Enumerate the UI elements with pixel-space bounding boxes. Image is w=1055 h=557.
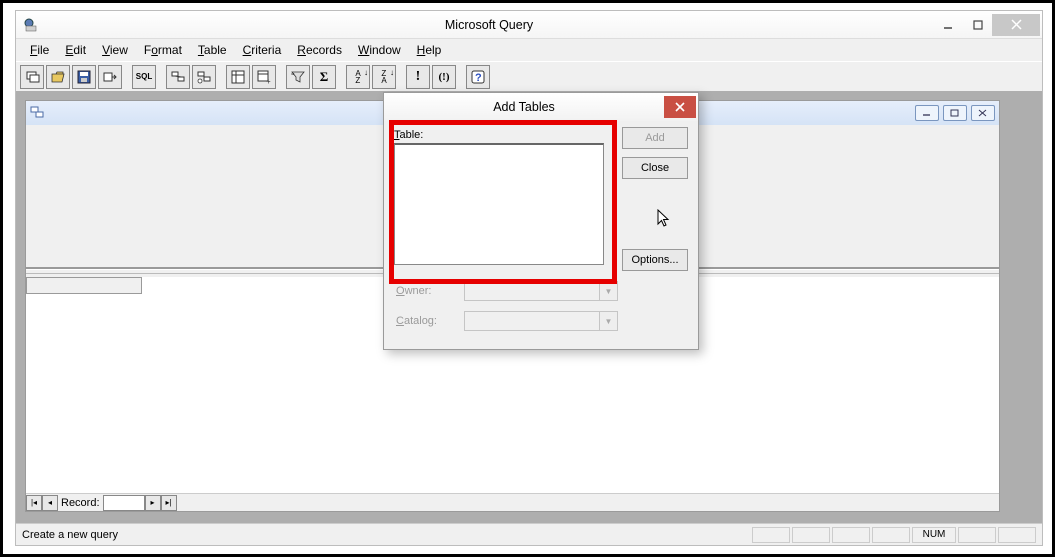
criteria-button[interactable]	[226, 65, 250, 89]
table-listbox[interactable]	[394, 143, 604, 265]
close-button[interactable]	[992, 14, 1040, 36]
menubar: File Edit View Format Table Criteria Rec…	[16, 39, 1042, 61]
status-cell-4	[872, 527, 910, 543]
status-num-lock: NUM	[912, 527, 956, 543]
maximize-button[interactable]	[962, 14, 992, 36]
grid-column-header[interactable]	[26, 277, 142, 294]
menu-records[interactable]: Records	[289, 41, 350, 59]
record-navigator: |◂ ◂ Record: ▸ ▸|	[26, 493, 999, 511]
menu-criteria[interactable]: Criteria	[235, 41, 290, 59]
record-last-button[interactable]: ▸|	[161, 495, 177, 511]
show-tables-button[interactable]	[166, 65, 190, 89]
help-button[interactable]: ?	[466, 65, 490, 89]
add-tables-dialog: Add Tables Table: Add Close Options... O…	[383, 92, 699, 350]
window-title: Microsoft Query	[46, 18, 932, 32]
toolbar: SQL + = Σ AZ↓ ZA↓ ! (!) ?	[16, 61, 1042, 91]
svg-text:?: ?	[475, 72, 482, 84]
child-maximize-button[interactable]	[943, 105, 967, 121]
child-close-button[interactable]	[971, 105, 995, 121]
new-query-button[interactable]	[20, 65, 44, 89]
svg-text:=: =	[291, 72, 295, 78]
svg-text:+: +	[266, 77, 271, 85]
add-table-button[interactable]	[192, 65, 216, 89]
catalog-combo: ▼	[464, 311, 618, 331]
dialog-titlebar[interactable]: Add Tables	[384, 93, 698, 121]
owner-combo: ▼	[464, 281, 618, 301]
dialog-title: Add Tables	[384, 100, 664, 114]
status-cell-7	[998, 527, 1036, 543]
menu-format[interactable]: Format	[136, 41, 190, 59]
add-button[interactable]: Add	[622, 127, 688, 149]
sql-button[interactable]: SQL	[132, 65, 156, 89]
status-cell-6	[958, 527, 996, 543]
record-label: Record:	[58, 497, 103, 509]
return-data-button[interactable]	[98, 65, 122, 89]
menu-file[interactable]: File	[22, 41, 57, 59]
record-prev-button[interactable]: ◂	[42, 495, 58, 511]
add-criteria-button[interactable]: +	[252, 65, 276, 89]
titlebar: Microsoft Query	[16, 11, 1042, 39]
filter-button[interactable]: =	[286, 65, 310, 89]
minimize-button[interactable]	[932, 14, 962, 36]
dialog-close-button[interactable]	[664, 96, 696, 118]
owner-label: Owner:	[396, 285, 431, 297]
run-query-button[interactable]: !	[406, 65, 430, 89]
open-button[interactable]	[46, 65, 70, 89]
close-dialog-button[interactable]: Close	[622, 157, 688, 179]
menu-view[interactable]: View	[94, 41, 136, 59]
child-minimize-button[interactable]	[915, 105, 939, 121]
catalog-label: Catalog:	[396, 315, 437, 327]
sort-asc-button[interactable]: AZ↓	[346, 65, 370, 89]
status-bar: Create a new query NUM	[16, 523, 1042, 545]
record-first-button[interactable]: |◂	[26, 495, 42, 511]
auto-query-button[interactable]: (!)	[432, 65, 456, 89]
status-cell-3	[832, 527, 870, 543]
menu-window[interactable]: Window	[350, 41, 409, 59]
menu-help[interactable]: Help	[409, 41, 450, 59]
app-icon	[22, 16, 40, 34]
status-message: Create a new query	[22, 529, 750, 541]
record-number-input[interactable]	[103, 495, 145, 511]
save-button[interactable]	[72, 65, 96, 89]
status-cell-1	[752, 527, 790, 543]
query-window-icon	[30, 105, 46, 121]
record-next-button[interactable]: ▸	[145, 495, 161, 511]
sort-desc-button[interactable]: ZA↓	[372, 65, 396, 89]
menu-table[interactable]: Table	[190, 41, 235, 59]
status-cell-2	[792, 527, 830, 543]
options-button[interactable]: Options...	[622, 249, 688, 271]
totals-button[interactable]: Σ	[312, 65, 336, 89]
menu-edit[interactable]: Edit	[57, 41, 94, 59]
